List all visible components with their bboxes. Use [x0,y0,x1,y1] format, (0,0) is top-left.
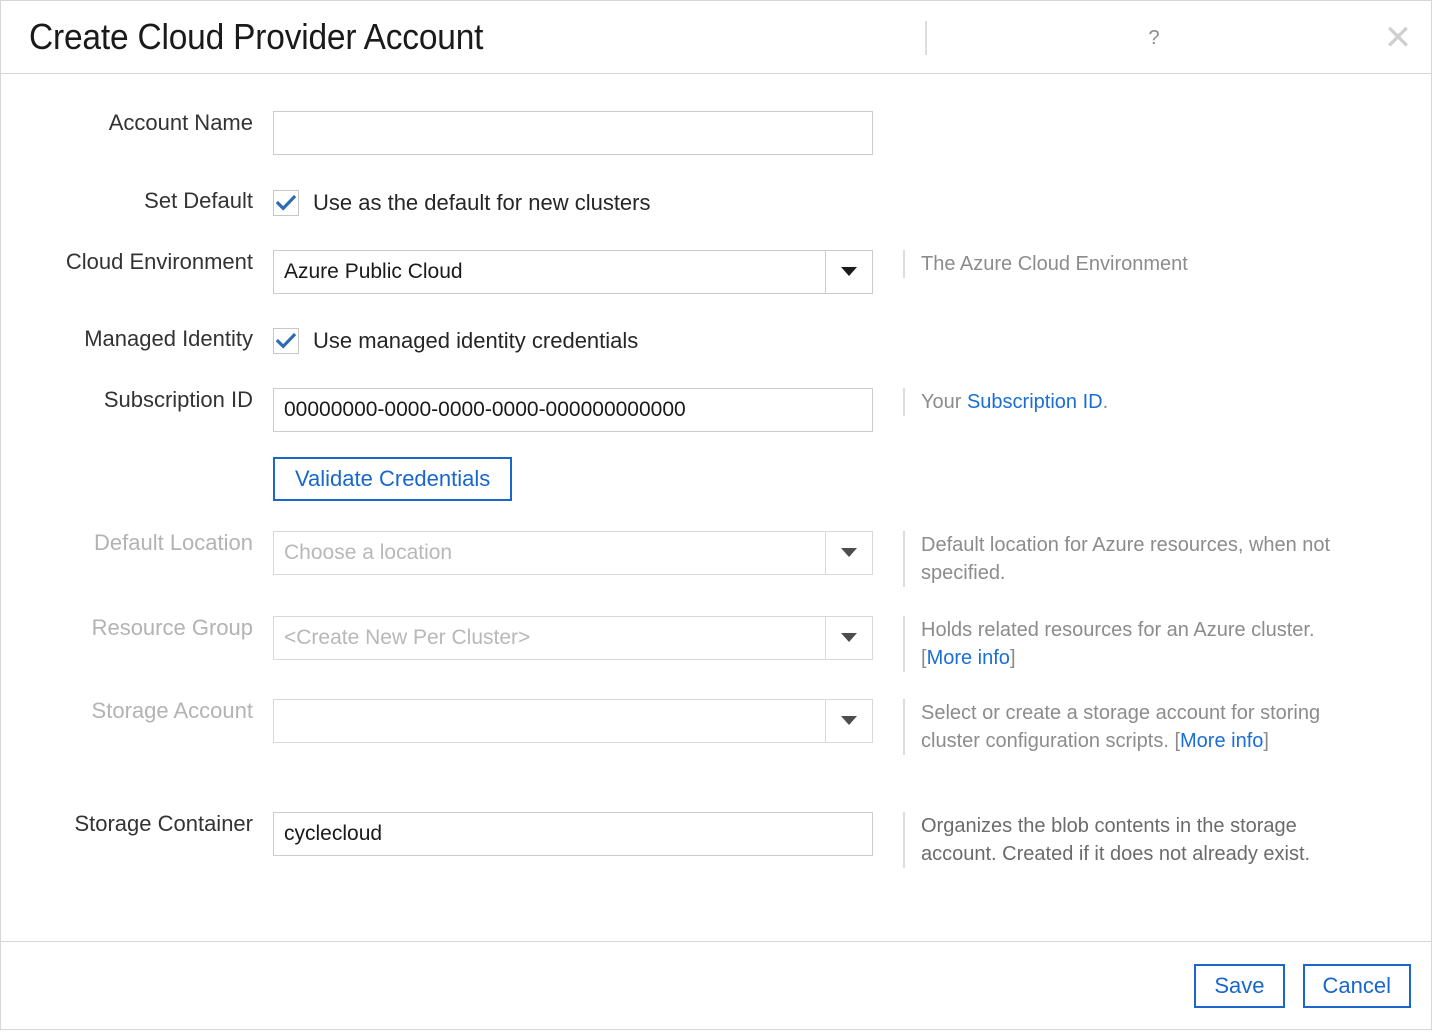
storage-account-help-link[interactable]: More info [1180,730,1263,752]
default-location-select[interactable]: Choose a location [273,531,873,575]
row-account-name: Account Name [1,111,1431,155]
cloud-environment-help: The Azure Cloud Environment [903,250,1343,278]
resource-group-help-link[interactable]: More info [927,647,1010,669]
resource-group-help-suffix: ] [1010,647,1016,669]
chevron-down-icon[interactable] [825,251,872,293]
chevron-down-icon[interactable] [825,617,872,659]
storage-container-control: cyclecloud [273,812,873,856]
subscription-id-control: 00000000-0000-0000-0000-000000000000 [273,388,873,432]
header-actions: ? ✕ [895,1,1413,74]
resource-group-value: <Create New Per Cluster> [274,617,825,659]
subscription-id-value: 00000000-0000-0000-0000-000000000000 [284,398,686,422]
storage-account-control [273,699,873,743]
default-location-control: Choose a location [273,531,873,575]
default-location-help: Default location for Azure resources, wh… [903,531,1343,587]
default-location-help-text: Default location for Azure resources, wh… [921,534,1330,584]
account-name-control [273,111,873,155]
resource-group-label: Resource Group [1,616,273,640]
help-icon[interactable]: ? [925,21,1365,55]
default-location-value: Choose a location [274,532,825,574]
chevron-down-icon[interactable] [825,700,872,742]
row-validate-credentials: Validate Credentials [1,457,1431,501]
managed-identity-control: Use managed identity credentials [273,327,873,355]
validate-credentials-button[interactable]: Validate Credentials [273,457,512,501]
storage-account-select[interactable] [273,699,873,743]
close-icon[interactable]: ✕ [1383,21,1413,55]
cloud-environment-select[interactable]: Azure Public Cloud [273,250,873,294]
checkmark-icon [276,333,296,349]
page-title: Create Cloud Provider Account [29,16,483,58]
set-default-checkrow: Use as the default for new clusters [273,189,873,217]
storage-container-value: cyclecloud [284,822,382,846]
managed-identity-checkbox[interactable] [273,328,299,354]
resource-group-help: Holds related resources for an Azure clu… [903,616,1343,672]
subscription-id-help-suffix: . [1103,391,1109,413]
resource-group-select[interactable]: <Create New Per Cluster> [273,616,873,660]
dialog-footer: Save Cancel [1,941,1431,1029]
subscription-id-label: Subscription ID [1,388,273,412]
storage-account-help: Select or create a storage account for s… [903,699,1343,755]
set-default-control: Use as the default for new clusters [273,189,873,217]
set-default-label: Set Default [1,189,273,213]
storage-container-label: Storage Container [1,812,273,836]
validate-credentials-control: Validate Credentials [273,457,873,501]
row-set-default: Set Default Use as the default for new c… [1,189,1431,217]
account-name-input[interactable] [273,111,873,155]
dialog-body: Account Name Set Default Use as the defa… [1,74,1431,941]
chevron-down-icon[interactable] [825,532,872,574]
cloud-environment-value: Azure Public Cloud [274,251,825,293]
resource-group-control: <Create New Per Cluster> [273,616,873,660]
row-default-location: Default Location Choose a location Defau… [1,531,1431,587]
default-location-label: Default Location [1,531,273,555]
create-cloud-provider-account-dialog: Create Cloud Provider Account ? ✕ Accoun… [0,0,1432,1030]
cloud-environment-control: Azure Public Cloud [273,250,873,294]
cancel-button[interactable]: Cancel [1303,964,1411,1008]
managed-identity-checkbox-label: Use managed identity credentials [313,329,638,353]
storage-container-help: Organizes the blob contents in the stora… [903,812,1343,868]
storage-container-help-text: Organizes the blob contents in the stora… [921,815,1310,865]
subscription-id-help: Your Subscription ID. [903,388,1343,416]
set-default-checkbox-label: Use as the default for new clusters [313,191,651,215]
subscription-id-input[interactable]: 00000000-0000-0000-0000-000000000000 [273,388,873,432]
managed-identity-checkrow: Use managed identity credentials [273,327,873,355]
row-resource-group: Resource Group <Create New Per Cluster> … [1,616,1431,672]
cloud-environment-help-text: The Azure Cloud Environment [921,253,1188,275]
subscription-id-help-link[interactable]: Subscription ID [967,391,1103,413]
row-managed-identity: Managed Identity Use managed identity cr… [1,327,1431,355]
row-subscription-id: Subscription ID 00000000-0000-0000-0000-… [1,388,1431,432]
storage-container-input[interactable]: cyclecloud [273,812,873,856]
cloud-environment-label: Cloud Environment [1,250,273,274]
dialog-header: Create Cloud Provider Account ? ✕ [1,1,1431,74]
row-storage-container: Storage Container cyclecloud Organizes t… [1,812,1431,868]
subscription-id-help-prefix: Your [921,391,967,413]
storage-account-help-suffix: ] [1263,730,1269,752]
storage-account-label: Storage Account [1,699,273,723]
storage-account-value [274,700,825,742]
account-name-label: Account Name [1,111,273,135]
checkmark-icon [276,195,296,211]
managed-identity-label: Managed Identity [1,327,273,351]
save-button[interactable]: Save [1194,964,1284,1008]
row-storage-account: Storage Account Select or create a stora… [1,699,1431,755]
row-cloud-environment: Cloud Environment Azure Public Cloud The… [1,250,1431,294]
set-default-checkbox[interactable] [273,190,299,216]
